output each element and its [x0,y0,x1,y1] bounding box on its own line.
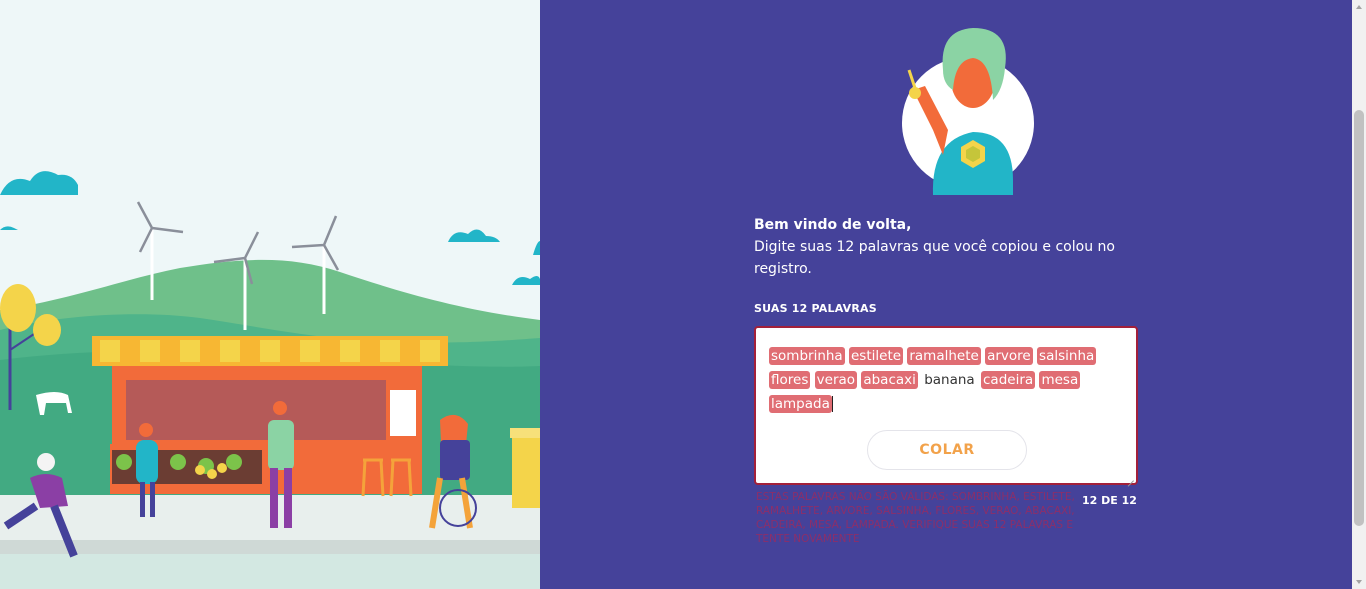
login-panel: Bem vindo de volta, Digite suas 12 palav… [540,0,1352,589]
error-message: ESTAS PALAVRAS NÃO SÃO VÁLIDAS: SOMBRINH… [756,491,1075,545]
resize-grip-icon[interactable] [1126,473,1134,481]
market-scene-illustration [0,0,540,589]
seed-word-invalid: verao [814,371,858,389]
seed-word-invalid: sombrinha [769,347,845,365]
seed-word-invalid: salsinha [1037,347,1097,365]
scroll-thumb[interactable] [1354,110,1364,526]
vertical-scrollbar[interactable] [1352,0,1366,589]
seed-word-invalid: mesa [1039,371,1081,389]
seed-word-invalid: estilete [849,347,904,365]
hero-illustration [0,0,540,589]
seed-phrase-label: SUAS 12 PALAVRAS [754,302,877,315]
seed-phrase-input[interactable]: sombrinha estilete ramalhete arvore sals… [754,326,1138,485]
seed-word-invalid: flores [769,371,811,389]
seed-word-invalid: lampada [769,395,832,413]
scroll-up-arrow-icon[interactable] [1352,0,1366,14]
scroll-down-arrow-icon[interactable] [1352,575,1366,589]
user-avatar [902,28,1034,195]
seed-word-invalid: ramalhete [907,347,981,365]
seed-word-invalid: arvore [985,347,1033,365]
welcome-greeting: Bem vindo de volta, [754,217,912,233]
seed-word-invalid: abacaxi [861,371,918,389]
text-caret [831,396,833,412]
seed-word-list[interactable]: sombrinha estilete ramalhete arvore sals… [769,345,1129,417]
welcome-message: Bem vindo de volta, Digite suas 12 palav… [754,214,1154,280]
word-counter: 12 DE 12 [1082,494,1137,507]
paste-button[interactable]: COLAR [867,430,1027,470]
seed-word-valid: banana [924,372,975,388]
seed-word-invalid: cadeira [981,371,1036,389]
welcome-instruction: Digite suas 12 palavras que você copiou … [754,239,1115,277]
